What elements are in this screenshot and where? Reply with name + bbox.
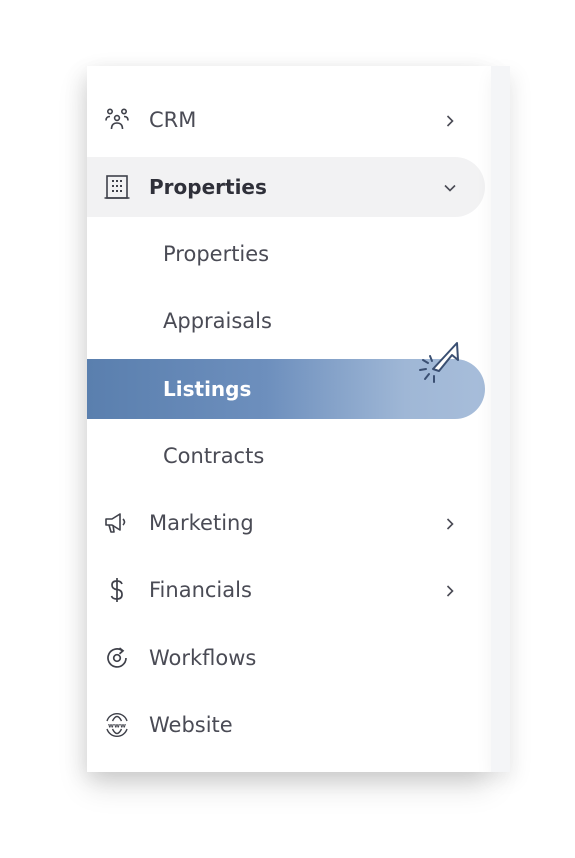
subnav-item-label: Contracts [163, 444, 265, 468]
chevron-right-icon [443, 113, 457, 127]
dollar-icon [104, 577, 130, 603]
chevron-right-icon [443, 516, 457, 530]
nav-item-financials[interactable]: Financials [87, 560, 485, 620]
nav-item-label: Website [149, 713, 233, 737]
nav-item-workflows[interactable]: Workflows [87, 628, 485, 688]
nav-item-properties[interactable]: Properties [87, 157, 485, 217]
megaphone-icon [104, 510, 130, 536]
subnav-item-label: Listings [163, 377, 252, 401]
subnav-item-label: Properties [163, 242, 270, 266]
sidebar-panel: CRM Properties Properties Appraisals Lis… [87, 66, 491, 772]
nav-item-label: Workflows [149, 646, 257, 670]
nav-item-crm[interactable]: CRM [87, 90, 485, 150]
workflow-cycle-icon [104, 645, 130, 671]
chevron-right-icon [443, 583, 457, 597]
nav-item-label: Financials [149, 578, 252, 602]
nav-item-website[interactable]: www Website [87, 695, 485, 755]
nav-item-label: CRM [149, 108, 197, 132]
globe-www-icon: www [104, 712, 130, 738]
click-cursor-icon [412, 339, 462, 389]
subnav-item-properties[interactable]: Properties [87, 224, 485, 284]
subnav-item-label: Appraisals [163, 309, 272, 333]
chevron-down-icon [443, 180, 457, 194]
people-group-icon [104, 107, 130, 133]
nav-item-marketing[interactable]: Marketing [87, 493, 485, 553]
nav-item-label: Marketing [149, 511, 254, 535]
svg-text:www: www [108, 722, 126, 730]
subnav-item-contracts[interactable]: Contracts [87, 426, 485, 486]
building-icon [104, 174, 130, 200]
content-edge [491, 66, 510, 772]
nav-item-label: Properties [149, 175, 267, 199]
